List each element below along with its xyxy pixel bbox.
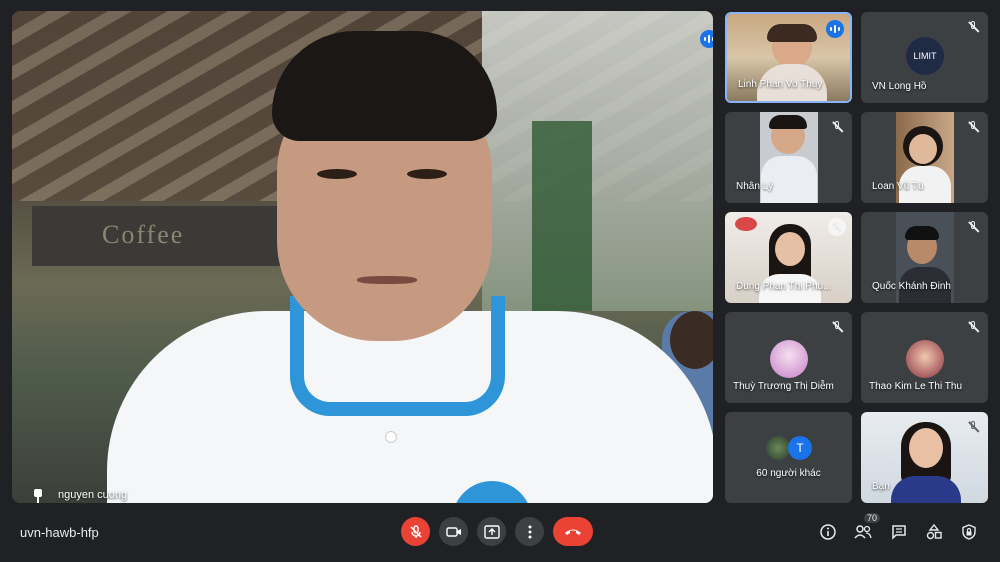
more-participants-label: 60 người khác (756, 468, 821, 479)
speaking-indicator-icon (700, 30, 713, 48)
participant-tile[interactable]: Quốc Khánh Đinh (861, 212, 988, 303)
participant-name: Linh Phan Vo Thuy (738, 79, 823, 90)
more-options-button[interactable] (515, 517, 544, 546)
more-participants-tile[interactable]: T 60 người khác (725, 412, 852, 503)
meeting-details-button[interactable] (818, 522, 838, 542)
activities-button[interactable] (924, 522, 944, 542)
participants-count-badge: 70 (864, 513, 881, 523)
avatar (766, 436, 790, 460)
participant-name: Bạn (872, 481, 890, 492)
participant-tile[interactable]: Dung Phan Thi Phu... (725, 212, 852, 303)
background-person-head (670, 311, 713, 369)
activities-icon (926, 524, 942, 540)
participant-tile[interactable]: Thuỳ Trương Thị Diễm (725, 312, 852, 403)
host-controls-button[interactable] (959, 522, 979, 542)
leave-call-button[interactable] (553, 517, 593, 546)
mic-off-icon (967, 121, 980, 133)
participants-button[interactable] (853, 522, 873, 542)
meeting-code: uvn-hawb-hfp (20, 525, 99, 540)
mic-off-icon (831, 321, 844, 333)
shield-lock-icon (962, 524, 976, 540)
more-vert-icon (528, 525, 531, 538)
mic-off-icon (831, 121, 844, 133)
present-icon (483, 524, 500, 539)
main-video-tile[interactable]: Coffee nguyen cuong (12, 11, 713, 503)
mic-off-icon (967, 21, 980, 33)
participant-tile[interactable]: Loan Vũ Tú (861, 112, 988, 203)
avatar (906, 340, 944, 378)
camera-toggle-button[interactable] (439, 517, 468, 546)
participant-name: Thuỳ Trương Thị Diễm (733, 381, 834, 392)
info-icon (820, 524, 836, 540)
mic-toggle-button[interactable] (401, 517, 430, 546)
people-icon (854, 525, 872, 539)
main-speaker-name: nguyen cuong (58, 489, 128, 501)
background-plant (532, 121, 592, 311)
avatar: LIMIT (906, 37, 944, 75)
avatar (770, 340, 808, 378)
participant-tile[interactable]: Linh Phan Vo Thuy (725, 12, 852, 103)
mic-off-icon (410, 524, 421, 538)
pin-icon[interactable] (32, 489, 44, 503)
hang-up-icon (565, 529, 581, 535)
camera-icon (445, 526, 461, 537)
participant-tile[interactable]: LIMIT VN Long Hồ (861, 12, 988, 103)
participant-name: Nhân Lý (736, 181, 774, 192)
avatar: T (788, 436, 812, 460)
participant-name: Thao Kim Le Thi Thu (869, 381, 963, 392)
present-screen-button[interactable] (477, 517, 506, 546)
background-window (482, 11, 713, 311)
mic-off-icon (967, 221, 980, 233)
mic-off-icon (967, 321, 980, 333)
participant-tile[interactable]: Nhân Lý (725, 112, 852, 203)
mic-off-icon (967, 421, 980, 433)
participant-tile[interactable]: Thao Kim Le Thi Thu (861, 312, 988, 403)
participant-name: VN Long Hồ (872, 81, 927, 92)
chat-icon (892, 525, 906, 540)
participant-name: Loan Vũ Tú (872, 181, 924, 192)
mic-off-icon (828, 218, 846, 236)
chat-button[interactable] (889, 522, 909, 542)
participant-name: Dung Phan Thi Phu... (736, 281, 832, 292)
self-tile[interactable]: Bạn (861, 412, 988, 503)
participant-name: Quốc Khánh Đinh (872, 281, 951, 292)
speaking-indicator-icon (826, 20, 844, 38)
